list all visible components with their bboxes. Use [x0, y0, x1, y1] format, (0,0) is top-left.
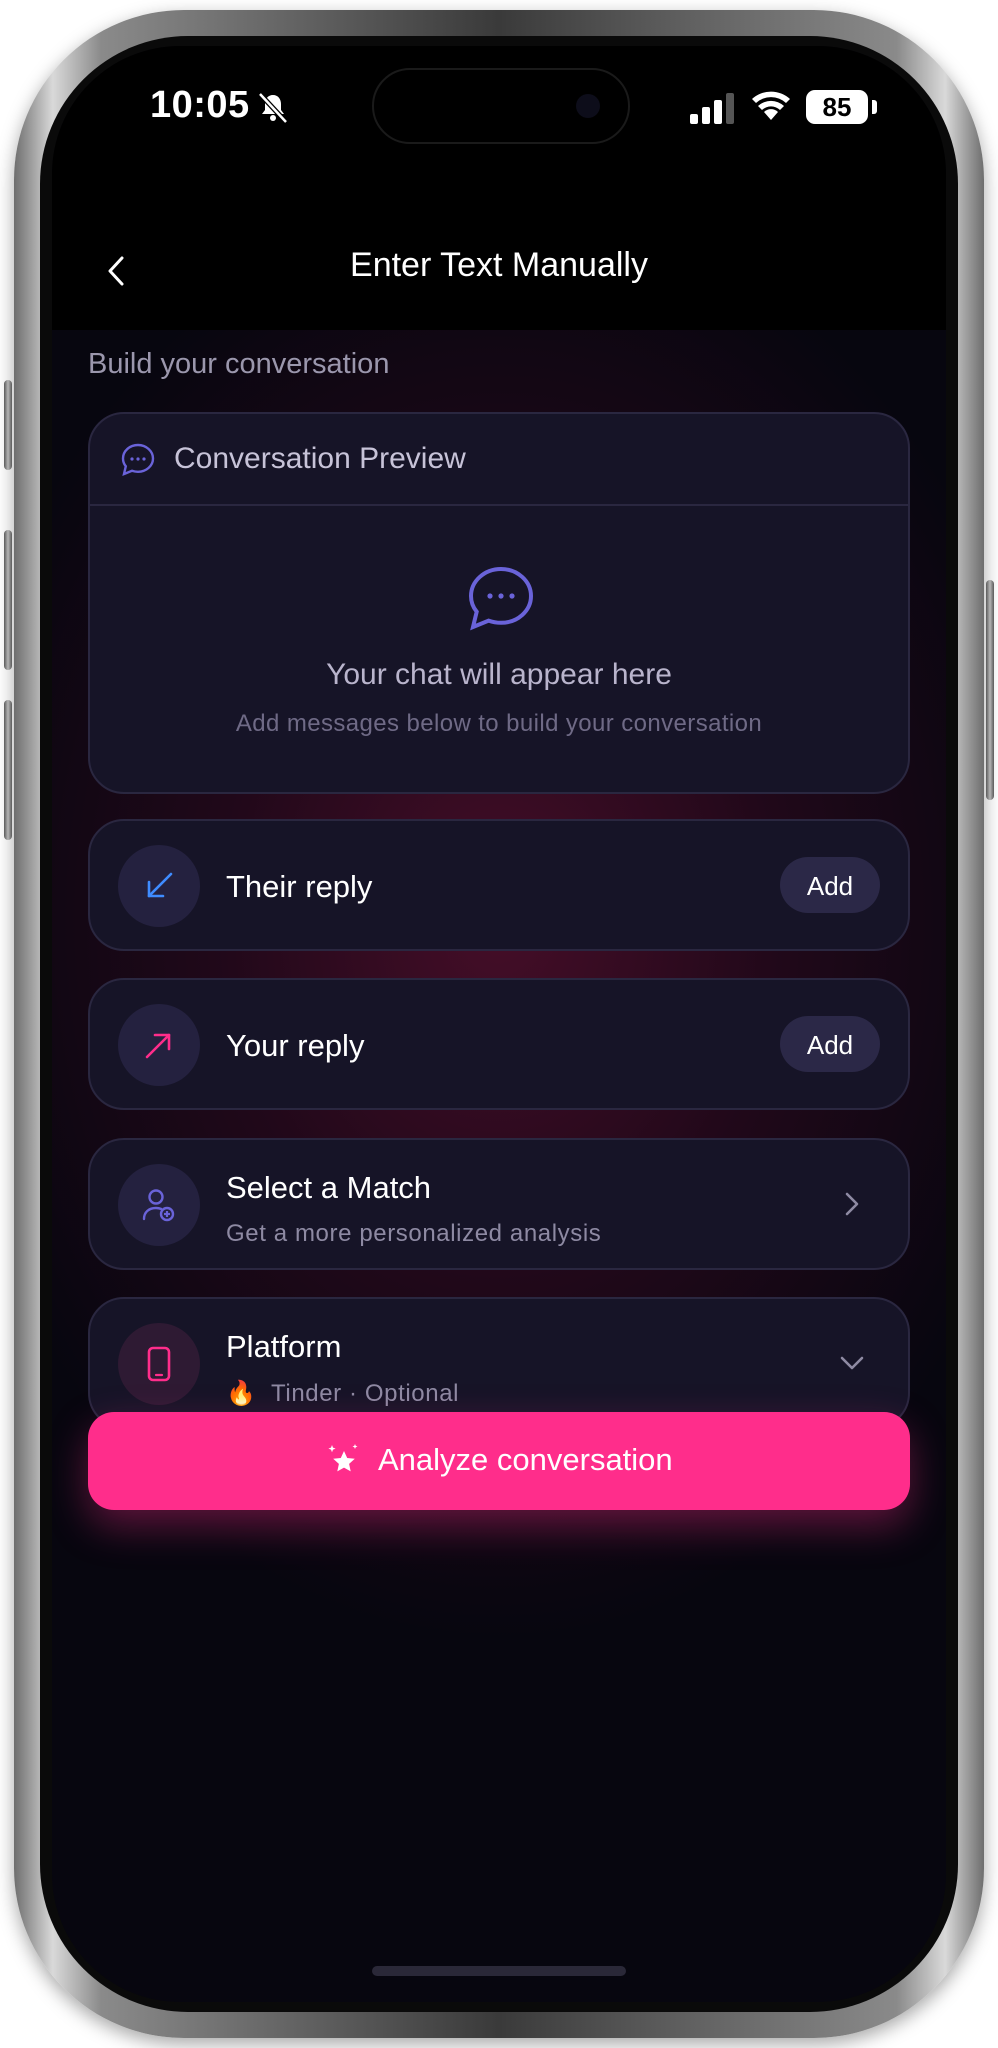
their-reply-icon-circle	[118, 845, 200, 927]
camera	[576, 94, 600, 118]
analyze-button-label: Analyze conversation	[378, 1442, 673, 1477]
empty-state-title: Your chat will appear here	[326, 658, 672, 691]
phone-icon	[147, 1346, 171, 1382]
platform-subtitle: 🔥 Tinder · Optional	[226, 1379, 459, 1408]
volume-down-button	[4, 700, 12, 840]
chat-bubble-icon	[468, 566, 534, 631]
power-button	[986, 580, 994, 800]
match-subtitle: Get a more personalized analysis	[226, 1220, 602, 1247]
signal-icon	[690, 93, 734, 124]
their-reply-row[interactable]: Their reply Add	[88, 819, 910, 951]
section-label: Build your conversation	[88, 348, 390, 380]
preview-title: Conversation Preview	[174, 442, 466, 475]
status-time: 10:05	[150, 84, 250, 126]
platform-title: Platform	[226, 1329, 342, 1364]
your-reply-icon-circle	[118, 1004, 200, 1086]
empty-state-subtitle: Add messages below to build your convers…	[235, 710, 763, 737]
home-indicator	[372, 1966, 626, 1976]
select-match-row[interactable]: Select a Match Get a more personalized a…	[88, 1138, 910, 1270]
match-icon-circle	[118, 1164, 200, 1246]
platform-row[interactable]: Platform 🔥 Tinder · Optional	[88, 1297, 910, 1429]
your-reply-row[interactable]: Your reply Add	[88, 978, 910, 1110]
page-title: Enter Text Manually	[350, 246, 648, 284]
conversation-preview-card: Conversation Preview Your chat will appe…	[88, 412, 910, 794]
battery-icon: 85	[806, 90, 868, 124]
nav-header: Enter Text Manually	[52, 216, 946, 330]
bell-slash-icon	[258, 92, 288, 124]
chevron-right-icon	[845, 1192, 859, 1216]
chevron-down-icon	[840, 1356, 864, 1370]
match-title: Select a Match	[226, 1170, 432, 1205]
user-add-icon	[142, 1189, 175, 1222]
their-reply-label: Their reply	[226, 869, 373, 904]
add-your-reply-button[interactable]: Add	[780, 1016, 880, 1072]
add-their-reply-button[interactable]: Add	[780, 857, 880, 913]
preview-header: Conversation Preview	[90, 414, 908, 506]
silent-switch	[4, 380, 12, 470]
status-bar: 10:05 85	[52, 46, 946, 216]
volume-up-button	[4, 530, 12, 670]
analyze-conversation-button[interactable]: Analyze conversation	[88, 1412, 910, 1510]
fire-emoji: 🔥	[226, 1380, 257, 1407]
battery-tip	[872, 100, 877, 114]
wifi-icon	[752, 91, 790, 120]
sparkle-star-icon	[328, 1444, 358, 1472]
your-reply-label: Your reply	[226, 1028, 365, 1063]
arrow-down-left-icon	[147, 872, 173, 898]
platform-value: Tinder · Optional	[271, 1380, 460, 1407]
platform-icon-circle	[118, 1323, 200, 1405]
dynamic-island	[372, 68, 630, 144]
arrow-up-right-icon	[145, 1033, 171, 1059]
app-screen: 10:05 85 Enter Text Manually Build your …	[52, 46, 946, 2002]
chat-bubble-icon	[121, 443, 155, 476]
